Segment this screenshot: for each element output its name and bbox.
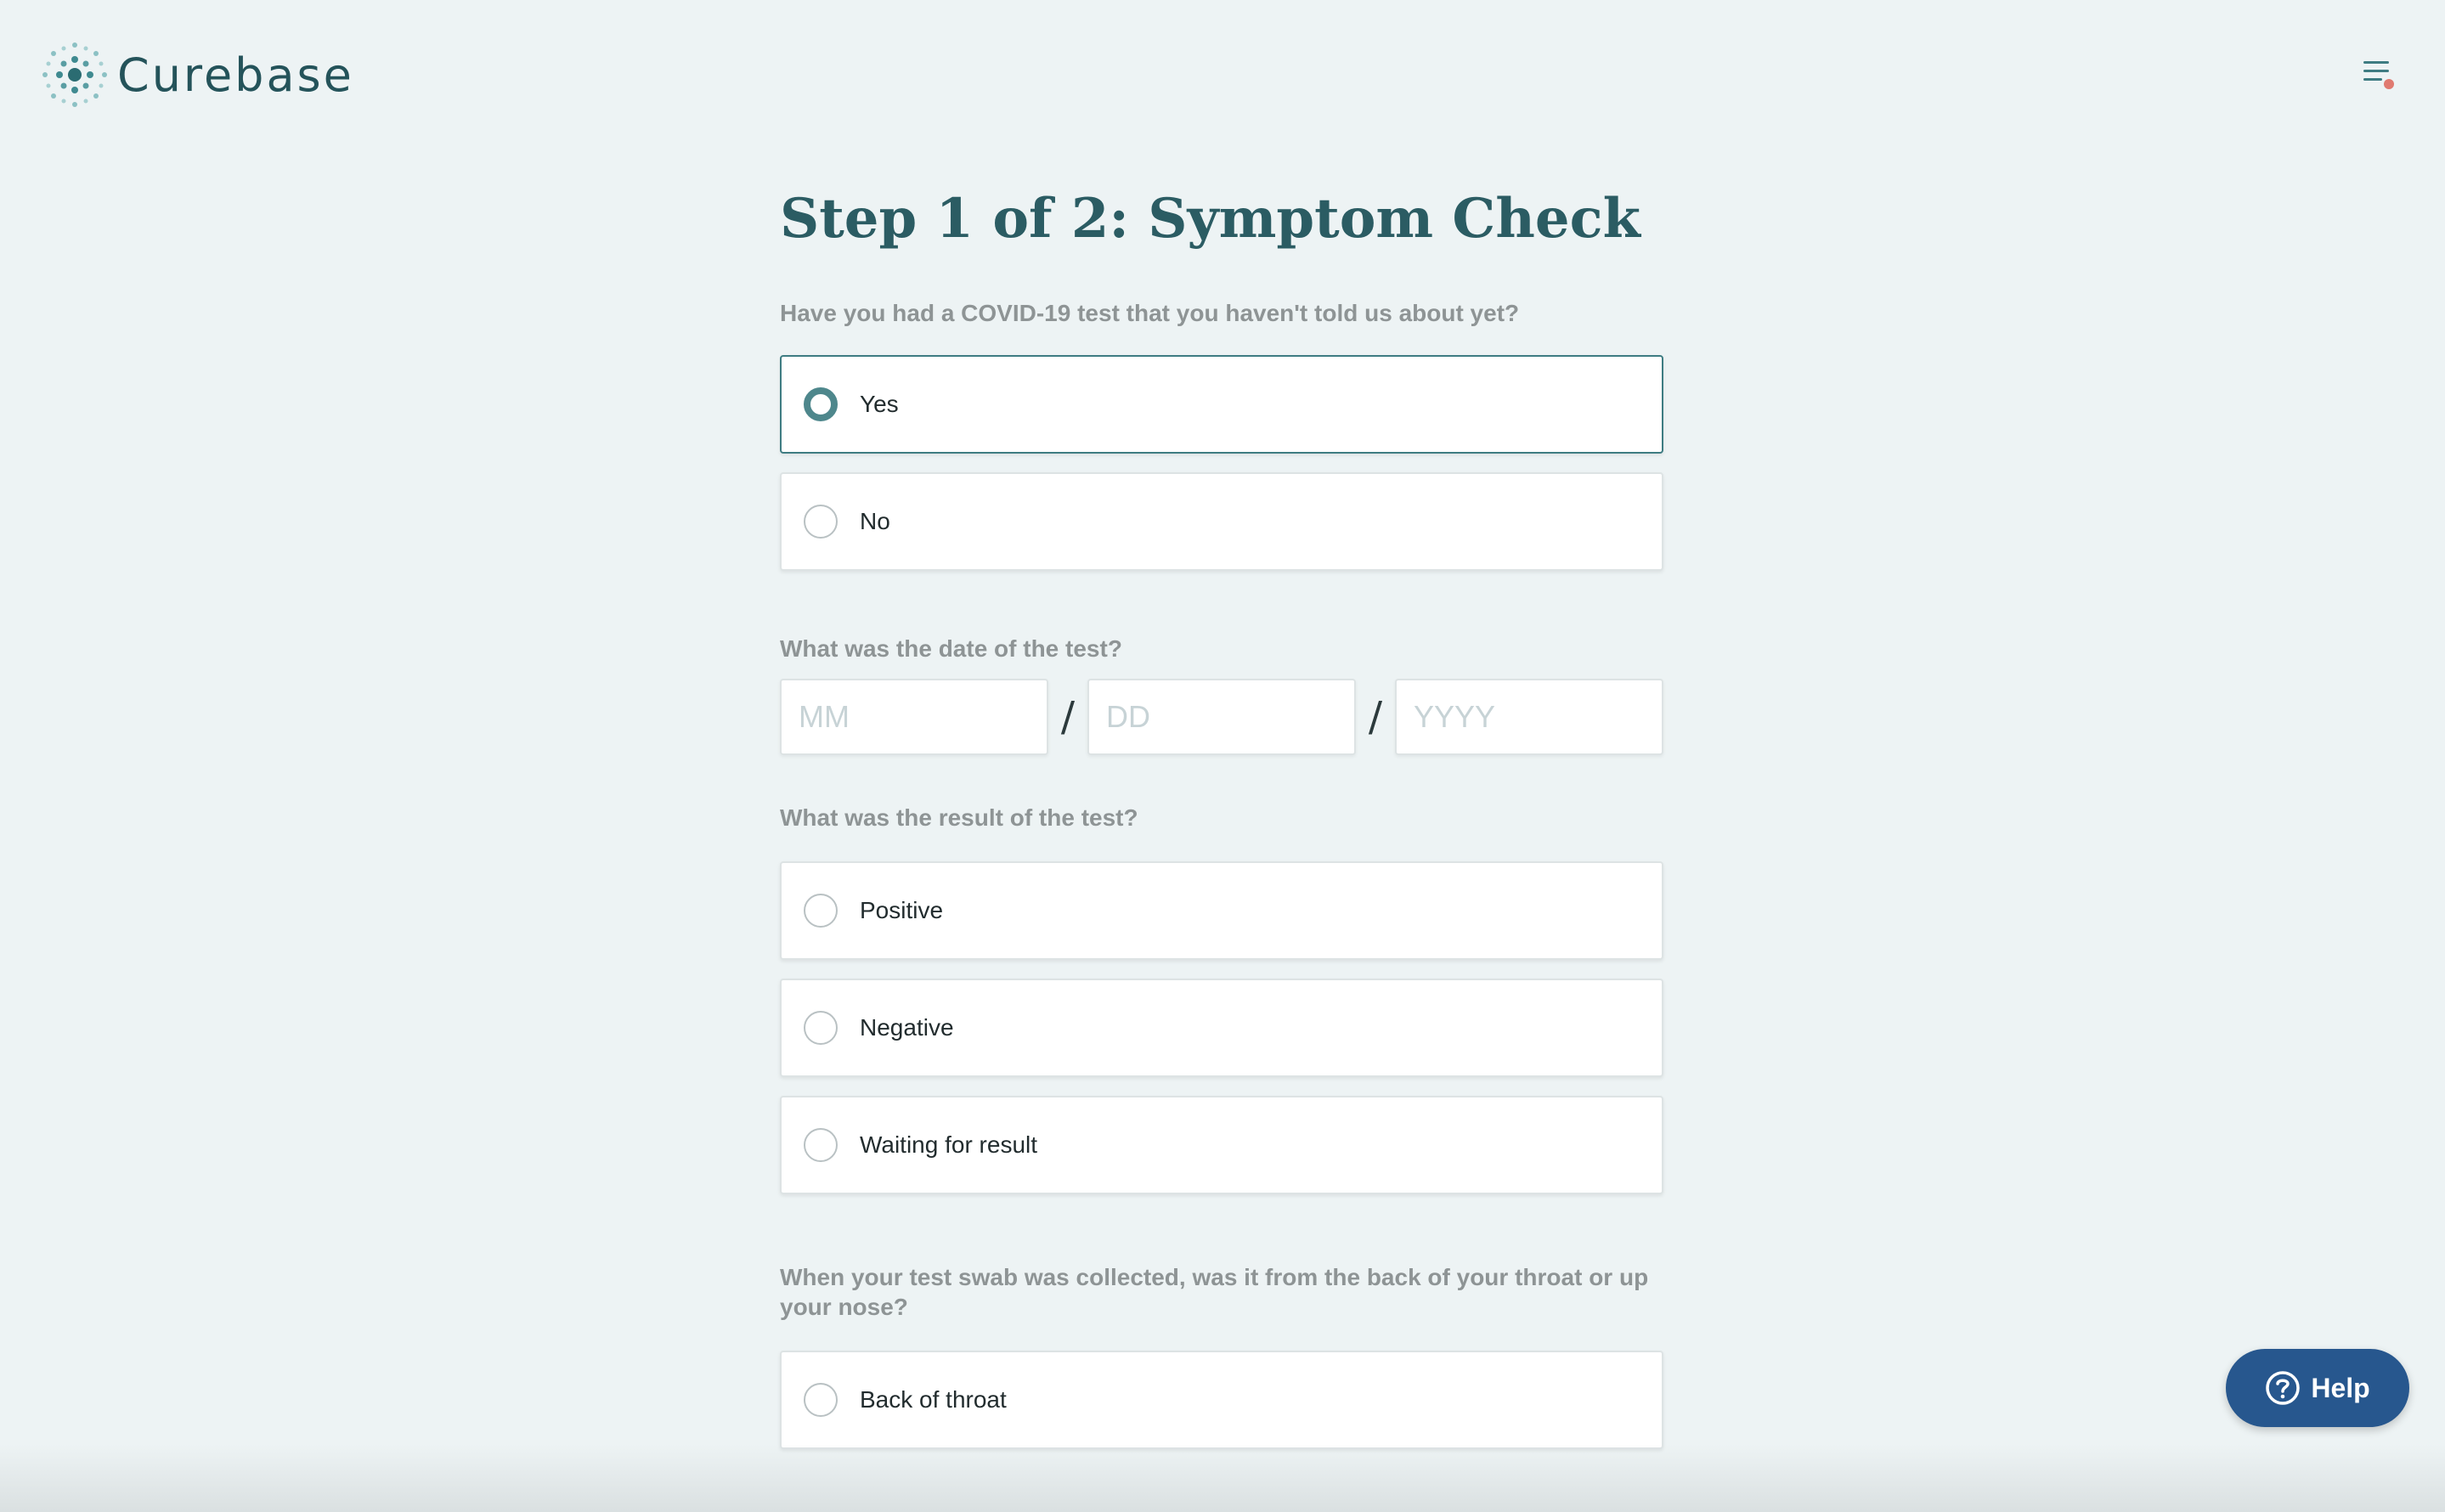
radio-yes[interactable]	[804, 386, 838, 421]
curebase-logo[interactable]: Curebase	[41, 41, 354, 109]
symptom-check-form: Step 1 of 2: Symptom Check Have you had …	[780, 187, 1665, 1449]
option-no[interactable]: No	[780, 471, 1663, 571]
radio-back-of-throat[interactable]	[804, 1382, 838, 1417]
header: Curebase	[0, 0, 2445, 153]
question-circle-icon	[2266, 1371, 2301, 1405]
option-label: Negative	[860, 1013, 954, 1041]
radio-negative[interactable]	[804, 1010, 838, 1045]
month-input[interactable]	[780, 678, 1048, 755]
year-input[interactable]	[1395, 678, 1663, 755]
option-positive[interactable]: Positive	[780, 860, 1663, 960]
notification-dot	[2384, 79, 2394, 89]
menu-icon	[2363, 61, 2394, 89]
test-date-question: What was the date of the test?	[780, 635, 1122, 662]
swab-location-question: When your test swab was collected, was i…	[780, 1263, 1649, 1320]
date-separator: /	[1060, 692, 1076, 741]
radio-no[interactable]	[804, 504, 838, 539]
test-date-fields: / /	[780, 678, 1665, 755]
test-result-question: What was the result of the test?	[780, 804, 1138, 831]
option-label: No	[860, 507, 890, 534]
day-input[interactable]	[1087, 678, 1356, 755]
option-label: Positive	[860, 896, 944, 923]
date-separator: /	[1368, 692, 1383, 741]
brand-name: Curebase	[117, 48, 354, 102]
menu-button[interactable]	[2353, 54, 2394, 95]
option-back-of-throat[interactable]: Back of throat	[780, 1350, 1663, 1449]
option-label: Waiting for result	[860, 1131, 1038, 1158]
help-label: Help	[2311, 1372, 2370, 1403]
option-negative[interactable]: Negative	[780, 978, 1663, 1077]
option-yes[interactable]: Yes	[780, 354, 1663, 454]
covid-test-question: Have you had a COVID-19 test that you ha…	[780, 299, 1520, 326]
option-label: Yes	[860, 390, 899, 417]
bottom-fade	[0, 1444, 2445, 1512]
option-label: Back of throat	[860, 1385, 1007, 1413]
radio-positive[interactable]	[804, 893, 838, 928]
curebase-logo-icon	[42, 42, 107, 107]
option-waiting[interactable]: Waiting for result	[780, 1095, 1663, 1194]
page-title: Step 1 of 2: Symptom Check	[780, 187, 1640, 251]
help-button[interactable]: Help	[2226, 1349, 2409, 1427]
radio-waiting[interactable]	[804, 1127, 838, 1162]
